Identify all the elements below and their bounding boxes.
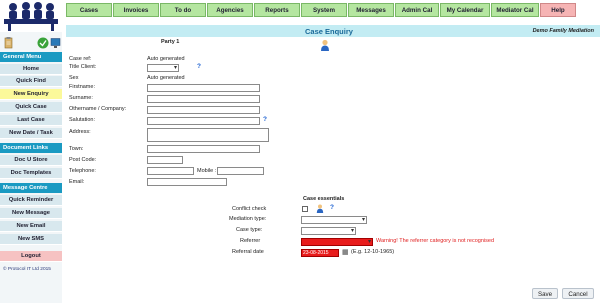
case-type-select[interactable] <box>301 227 356 235</box>
title-client-select[interactable] <box>147 64 179 72</box>
referral-date-input[interactable]: 23-08-2015 <box>301 249 339 257</box>
postcode-label: Post Code: <box>69 157 97 163</box>
tab-my-calendar[interactable]: My Calendar <box>440 3 490 17</box>
case-ref-value: Auto generated <box>147 56 185 62</box>
tab-reports[interactable]: Reports <box>254 3 300 17</box>
sidebar-item-new-date-task[interactable]: New Date / Task <box>0 128 62 139</box>
surname-input[interactable] <box>147 95 260 103</box>
top-navigation: Cases Invoices To do Agencies Reports Sy… <box>66 3 577 17</box>
sidebar-item-quick-find[interactable]: Quick Find <box>0 76 62 87</box>
sidebar-item-last-case[interactable]: Last Case <box>0 115 62 126</box>
conflict-check-help-icon[interactable]: ? <box>330 204 334 211</box>
case-ref-label: Case ref: <box>69 56 92 62</box>
salutation-label: Salutation: <box>69 117 95 123</box>
sidebar-tool-icons <box>3 36 61 50</box>
conflict-check-checkbox[interactable] <box>302 206 308 212</box>
referrer-warning: Warning! The referrer category is not re… <box>376 238 495 244</box>
sidebar-item-new-message[interactable]: New Message <box>0 208 62 219</box>
organisation-name: Demo Family Mediation <box>532 28 594 34</box>
firstname-input[interactable] <box>147 84 260 92</box>
cancel-button[interactable]: Cancel <box>562 288 594 299</box>
title-client-label: Title Client: <box>69 64 97 70</box>
address-label: Address: <box>69 129 91 135</box>
tab-invoices[interactable]: Invoices <box>113 3 159 17</box>
mediation-type-label: Mediation type: <box>229 216 267 222</box>
general-menu-heading: General Menu <box>0 52 62 62</box>
tab-cases[interactable]: Cases <box>66 3 112 17</box>
sidebar-item-doc-u-store[interactable]: Doc U Store <box>0 155 62 166</box>
check-icon[interactable] <box>37 37 49 49</box>
sidebar-item-new-enquiry[interactable]: New Enquiry <box>0 89 62 100</box>
mediation-type-select[interactable] <box>301 216 367 224</box>
othername-label: Othername / Company: <box>69 106 127 112</box>
page-title: Case Enquiry <box>305 27 353 36</box>
email-label: Email: <box>69 179 85 185</box>
telephone-input[interactable] <box>147 167 194 175</box>
town-label: Town: <box>69 146 84 152</box>
sidebar-item-doc-templates[interactable]: Doc Templates <box>0 168 62 179</box>
party-heading: Party 1 <box>161 39 180 45</box>
mobile-input[interactable] <box>217 167 264 175</box>
salutation-help-icon[interactable]: ? <box>263 116 267 123</box>
salutation-input[interactable] <box>147 117 260 125</box>
sex-label: Sex <box>69 75 79 81</box>
tab-messages[interactable]: Messages <box>348 3 394 17</box>
referrer-label: Referrer <box>240 238 261 244</box>
tab-help[interactable]: Help <box>540 3 576 17</box>
save-button[interactable]: Save <box>532 288 558 299</box>
sidebar-item-new-sms[interactable]: New SMS <box>0 234 62 245</box>
message-centre-heading: Message Centre <box>0 183 62 193</box>
referral-date-label: Referral date <box>232 249 264 255</box>
firstname-label: Firstname: <box>69 84 95 90</box>
logout-button[interactable]: Logout <box>0 251 62 262</box>
tab-agencies[interactable]: Agencies <box>207 3 253 17</box>
othername-input[interactable] <box>147 106 260 114</box>
person-icon[interactable] <box>316 204 324 213</box>
title-client-help-icon[interactable]: ? <box>197 63 201 70</box>
referrer-select[interactable] <box>301 238 373 246</box>
document-links-heading: Document Links <box>0 143 62 153</box>
tab-mediator-cal[interactable]: Mediator Cal <box>491 3 539 17</box>
tab-admin-cal[interactable]: Admin Cal <box>395 3 439 17</box>
date-format-hint: (E.g. 12-10-1965) <box>351 249 395 255</box>
email-input[interactable] <box>147 178 227 186</box>
town-input[interactable] <box>147 145 260 153</box>
person-icon[interactable] <box>320 39 330 51</box>
sidebar-item-new-email[interactable]: New Email <box>0 221 62 232</box>
company-logo <box>0 0 62 32</box>
calendar-icon[interactable]: ▦ <box>342 248 349 256</box>
clipboard-icon[interactable] <box>4 37 13 49</box>
address-textarea[interactable] <box>147 128 269 142</box>
tab-system[interactable]: System <box>301 3 347 17</box>
monitor-icon[interactable] <box>50 38 61 49</box>
telephone-label: Telephone: <box>69 168 96 174</box>
mobile-label: Mobile : <box>197 168 217 174</box>
sex-value: Auto generated <box>147 75 185 81</box>
postcode-input[interactable] <box>147 156 183 164</box>
surname-label: Surname: <box>69 95 93 101</box>
sidebar-item-quick-reminder[interactable]: Quick Reminder <box>0 195 62 206</box>
sidebar-item-quick-case[interactable]: Quick Case <box>0 102 62 113</box>
tab-to-do[interactable]: To do <box>160 3 206 17</box>
sidebar-item-home[interactable]: Home <box>0 64 62 75</box>
conflict-check-label: Conflict check <box>232 206 267 212</box>
copyright-text: © Protocol IT Ltd 2015 <box>3 267 51 272</box>
case-type-label: Case type: <box>236 227 263 233</box>
case-essentials-heading: Case essentials <box>303 196 345 202</box>
